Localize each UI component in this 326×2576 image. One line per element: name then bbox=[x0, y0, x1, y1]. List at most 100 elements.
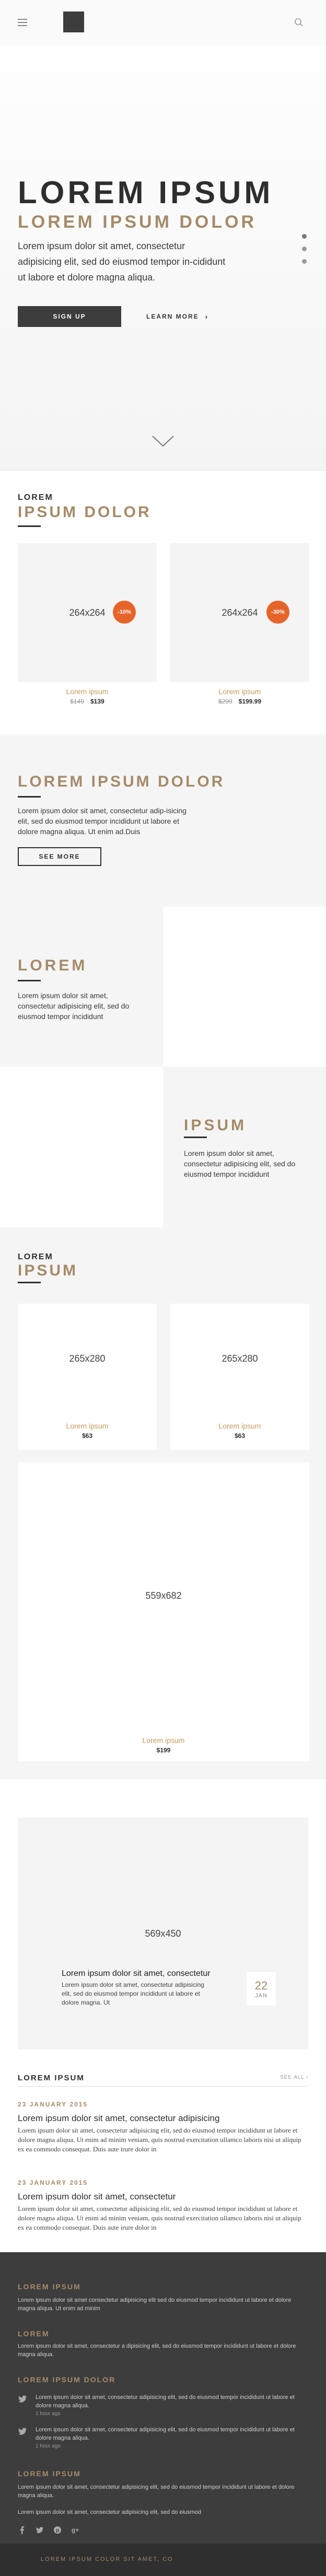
slider-dots bbox=[302, 234, 307, 272]
hero-text: Lorem ipsum dolor sit amet, consectetur … bbox=[18, 241, 226, 283]
current-price: $63 bbox=[82, 1432, 93, 1439]
image-placeholder-label: 264x264 bbox=[222, 607, 258, 618]
heading-underline bbox=[18, 525, 41, 527]
product-name[interactable]: Lorem ipsum bbox=[18, 1422, 157, 1430]
product-price: $63 bbox=[18, 1432, 157, 1439]
copyright-bar: LOREM IPSUM COLOR SIT AMET, CO bbox=[0, 2544, 326, 2576]
slider-dot[interactable] bbox=[302, 234, 307, 239]
tweet-text: Lorem ipsum dolor sit amet, consectetur … bbox=[36, 2394, 295, 2409]
footer-heading: LOREM IPSUM DOLOR bbox=[18, 2375, 116, 2384]
sale-badge: -30% bbox=[266, 601, 289, 624]
product-name[interactable]: Lorem ipsum bbox=[170, 687, 309, 696]
split-image-box bbox=[0, 1067, 163, 1227]
old-price: $299 bbox=[218, 698, 232, 705]
news-body: Lorem ipsum dolor sit amet, consectetur … bbox=[18, 2126, 301, 2153]
collection-section: LOREM IPSUM 265x280 Lorem ipsum $63 265x… bbox=[0, 1227, 326, 1779]
divider bbox=[18, 2086, 308, 2087]
hero-subtitle: LOREM IPSUM DOLOR bbox=[18, 212, 257, 232]
logo[interactable] bbox=[63, 11, 84, 32]
feature-card[interactable]: 569x450 Lorem ipsum dolor sit amet, cons… bbox=[18, 1818, 308, 2050]
news-date: 23 JANUARY 2015 bbox=[18, 2101, 88, 2108]
see-more-button[interactable]: SEE MORE bbox=[18, 847, 101, 866]
product-price: $149 $139 bbox=[18, 698, 157, 705]
hamburger-menu-icon[interactable] bbox=[18, 19, 27, 26]
see-all-link[interactable]: SEE ALL › bbox=[280, 2075, 309, 2080]
featured-product-card[interactable]: 559x682 Lorem ipsum $199 bbox=[18, 1462, 309, 1761]
split-row: IPSUM Lorem ipsum dolor sit amet, consec… bbox=[0, 1067, 326, 1227]
news-title[interactable]: Lorem ipsum dolor sit amet, consectetur … bbox=[18, 2113, 219, 2124]
current-price: $199 bbox=[156, 1747, 171, 1754]
product-image[interactable]: 264x264 -10% bbox=[18, 543, 157, 682]
signup-button-label: SIGN UP bbox=[53, 313, 86, 320]
news-date: 23 JANUARY 2015 bbox=[18, 2179, 88, 2186]
footer-text: Lorem ipsum dolor sit amet, consectetur … bbox=[18, 2484, 295, 2499]
product-image[interactable]: 264x264 -30% bbox=[170, 543, 309, 682]
footer-text: Lorem ipsum dolor sit amet consectetur a… bbox=[18, 2297, 292, 2312]
sale-badge: -10% bbox=[113, 601, 136, 624]
site-footer: LOREM IPSUM Lorem ipsum dolor sit amet c… bbox=[0, 2252, 326, 2544]
twitter-icon[interactable] bbox=[36, 2526, 44, 2534]
pinterest-icon[interactable]: p bbox=[53, 2526, 62, 2534]
social-links: p g+ bbox=[18, 2526, 89, 2534]
signup-button[interactable]: SIGN UP bbox=[18, 306, 121, 327]
footer-heading: LOREM IPSUM bbox=[18, 2469, 81, 2478]
image-placeholder-label: 559x682 bbox=[145, 1590, 182, 1601]
feature-text: Lorem ipsum dolor sit amet, consectetur … bbox=[62, 1981, 204, 2006]
section-heading: IPSUM bbox=[18, 1262, 78, 1279]
split-text-box: LOREM Lorem ipsum dolor sit amet, consec… bbox=[0, 907, 163, 1067]
split-title: IPSUM bbox=[184, 1117, 247, 1134]
news-title[interactable]: Lorem ipsum dolor sit amet, consectetur bbox=[18, 2192, 176, 2202]
product-name[interactable]: Lorem ipsum bbox=[170, 1422, 309, 1430]
hero-title: LOREM IPSUM bbox=[18, 175, 274, 210]
product-image: 265x280 bbox=[18, 1304, 157, 1413]
cta-text: Lorem ipsum dolor sit amet, consectetur … bbox=[18, 806, 187, 836]
section-heading: IPSUM DOLOR bbox=[18, 504, 152, 521]
products-section: LOREM IPSUM DOLOR 264x264 -10% Lorem ips… bbox=[0, 471, 326, 734]
google-plus-icon[interactable]: g+ bbox=[71, 2526, 79, 2534]
date-month: JAN bbox=[255, 1993, 267, 1999]
product-card[interactable]: 265x280 Lorem ipsum $63 bbox=[18, 1304, 157, 1450]
copyright-text: LOREM IPSUM COLOR SIT AMET, CO bbox=[41, 2556, 173, 2562]
footer-heading: LOREM bbox=[18, 2329, 50, 2338]
product-card[interactable]: 265x280 Lorem ipsum $63 bbox=[170, 1304, 309, 1450]
slider-dot[interactable] bbox=[302, 247, 307, 251]
site-header bbox=[0, 0, 326, 45]
section-kicker: LOREM bbox=[18, 493, 53, 502]
image-placeholder-label: 569x450 bbox=[145, 1928, 181, 1939]
split-text: Lorem ipsum dolor sit amet, consectetur … bbox=[18, 991, 130, 1021]
split-text-box: IPSUM Lorem ipsum dolor sit amet, consec… bbox=[163, 1067, 326, 1227]
learn-more-label: LEARN MORE bbox=[146, 313, 199, 320]
section-kicker: LOREM bbox=[18, 1252, 53, 1261]
news-section: LOREM IPSUM SEE ALL › 23 JANUARY 2015 Lo… bbox=[0, 2065, 326, 2252]
tweet-text: Lorem ipsum dolor sit amet, consectetur … bbox=[36, 2427, 295, 2441]
chevron-right-icon: › bbox=[205, 312, 209, 321]
product-name[interactable]: Lorem ipsum bbox=[18, 1736, 309, 1744]
slider-dot[interactable] bbox=[302, 259, 307, 264]
heading-underline bbox=[18, 980, 41, 981]
split-image-box bbox=[163, 907, 326, 1067]
current-price: $63 bbox=[234, 1432, 246, 1439]
search-icon[interactable] bbox=[294, 18, 304, 27]
tweet-time: 1 hour ago bbox=[36, 2443, 61, 2449]
facebook-icon[interactable] bbox=[18, 2526, 26, 2534]
current-price: $199.99 bbox=[238, 698, 262, 705]
chevron-down-icon[interactable] bbox=[152, 435, 174, 448]
sale-badge-text: -10% bbox=[118, 609, 131, 615]
feature-image: 569x450 bbox=[18, 1818, 308, 2050]
heading-underline bbox=[184, 1137, 207, 1138]
image-placeholder-label: 264x264 bbox=[69, 607, 106, 618]
product-name[interactable]: Lorem ipsum bbox=[18, 687, 157, 696]
date-badge: 22 JAN bbox=[247, 1972, 276, 2006]
old-price: $149 bbox=[70, 698, 84, 705]
svg-text:g+: g+ bbox=[72, 2526, 79, 2534]
sale-badge-text: -30% bbox=[271, 609, 285, 615]
cta-section: LOREM IPSUM DOLOR Lorem ipsum dolor sit … bbox=[0, 734, 326, 907]
see-more-label: SEE MORE bbox=[39, 853, 80, 860]
feature-title[interactable]: Lorem ipsum dolor sit amet, consectetur bbox=[62, 1969, 211, 1978]
twitter-icon bbox=[18, 2395, 27, 2403]
learn-more-link[interactable]: LEARN MORE › bbox=[146, 306, 208, 327]
product-price: $63 bbox=[170, 1432, 309, 1439]
date-day: 22 bbox=[254, 1979, 268, 1992]
product-price: $199 bbox=[18, 1747, 309, 1754]
image-placeholder-label: 265x280 bbox=[69, 1353, 106, 1364]
